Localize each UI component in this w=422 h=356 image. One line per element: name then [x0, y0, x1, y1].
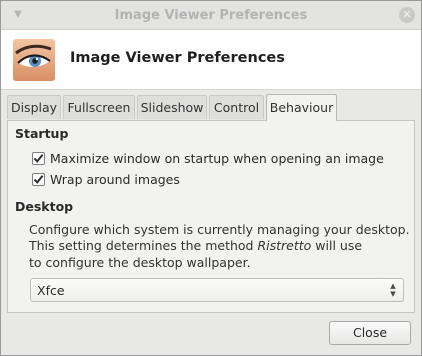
eye-app-icon	[13, 39, 55, 81]
tab-bar: Display Fullscreen Slideshow Control Beh…	[7, 94, 417, 121]
close-button[interactable]: Close	[329, 321, 411, 345]
preferences-window: ▼ Image Viewer Preferences ✕ Image Viewe…	[0, 0, 422, 356]
maximize-label: Maximize window on startup when opening …	[50, 150, 384, 166]
behaviour-panel: Startup Maximize window on startup when …	[7, 120, 415, 313]
maximize-on-startup-option[interactable]: Maximize window on startup when opening …	[32, 150, 384, 166]
tab-control[interactable]: Control	[209, 95, 264, 119]
updown-arrows-icon: ▲ ▼	[390, 282, 396, 298]
title-bar[interactable]: ▼ Image Viewer Preferences ✕	[1, 1, 421, 30]
desktop-description-line1: Configure which system is currently mana…	[29, 222, 410, 237]
maximize-checkbox[interactable]	[32, 151, 45, 165]
wrap-around-option[interactable]: Wrap around images	[32, 171, 180, 187]
checkmark-icon	[33, 174, 44, 184]
wrap-around-label: Wrap around images	[50, 171, 180, 187]
wrap-around-checkbox[interactable]	[32, 172, 45, 186]
desktop-description-line2: This setting determines the method Ristr…	[29, 238, 363, 253]
app-name-emphasis: Ristretto	[257, 238, 312, 253]
tab-behaviour[interactable]: Behaviour	[266, 94, 337, 121]
checkmark-icon	[33, 153, 44, 163]
tab-fullscreen[interactable]: Fullscreen	[63, 95, 135, 119]
tab-display[interactable]: Display	[7, 95, 61, 119]
window-title: Image Viewer Preferences	[114, 8, 308, 23]
tab-slideshow[interactable]: Slideshow	[137, 95, 207, 119]
startup-section-title: Startup	[15, 126, 69, 141]
desktop-manager-value: Xfce	[37, 283, 65, 298]
dialog-heading: Image Viewer Preferences	[70, 50, 285, 66]
desktop-manager-select[interactable]: Xfce ▲ ▼	[30, 278, 404, 302]
window-close-icon[interactable]: ✕	[399, 7, 415, 23]
dialog-header: Image Viewer Preferences	[1, 30, 421, 90]
desktop-section-title: Desktop	[15, 199, 74, 214]
desktop-description-line3: to configure the desktop wallpaper.	[29, 255, 251, 270]
